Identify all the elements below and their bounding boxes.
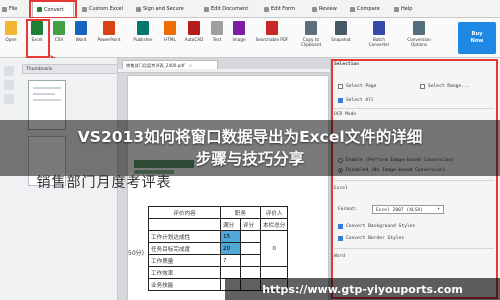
table-header-row: 评价内容 职务 评价人 [148, 206, 289, 219]
options-panel-highlight [331, 59, 498, 299]
watermark-url: https://www.gtp-yiyouports.com [262, 282, 463, 296]
pdf-page: 销售部门月度考评表 50分) 评价内容 职务 评价人 满分 评分 本栏总分 工作… [37, 76, 328, 300]
table-cell: 业务技能 [148, 278, 221, 291]
subheader-cell: 满分 [220, 218, 241, 231]
close-tab-icon[interactable]: × [189, 63, 193, 68]
ruler [118, 69, 330, 73]
subheader-cell: 本栏总分 [259, 218, 289, 231]
thumbnails-sidebar-icon[interactable] [4, 66, 14, 76]
table-cell: 工作计划达成性 [148, 230, 221, 243]
side-note: 50分) [128, 250, 144, 257]
subheader-cell: 评分 [240, 218, 261, 231]
table-cell [220, 266, 241, 279]
subheader-cell [148, 218, 221, 231]
table-cell [259, 266, 289, 279]
header-cell: 评价人 [259, 206, 289, 219]
table-cell: 7 [220, 254, 241, 267]
table-cell: 工作质量 [148, 254, 221, 267]
bookmarks-sidebar-icon[interactable] [4, 80, 14, 90]
table-subheader-row: 满分 评分 本栏总分 [148, 218, 289, 231]
headline-line-1: VS2013如何将窗口数据导出为Excel文件的详细 [77, 128, 423, 146]
headline: VS2013如何将窗口数据导出为Excel文件的详细 步骤与技巧分享 [0, 126, 500, 170]
table-cell: 15 [220, 230, 241, 243]
thumbnails-header: Thumbnails [22, 64, 118, 74]
document-tab-label: 销售部门月度考评表_2400.pdf [126, 62, 185, 68]
table-row: 工作效率 [148, 266, 289, 279]
header-cell: 职务 [220, 206, 261, 219]
document-tab[interactable]: 销售部门月度考评表_2400.pdf × [122, 60, 218, 69]
table-cell [240, 266, 261, 279]
table-cell [240, 242, 261, 255]
table-cell: 工作效率 [148, 266, 221, 279]
table-row: 工作计划达成性 15 0 [148, 230, 289, 267]
table-cell: 任务目标完成度 [148, 242, 221, 255]
header-cell: 评价内容 [148, 206, 221, 219]
table-cell: 20 [220, 242, 241, 255]
thumbnails-label: Thumbnails [26, 67, 53, 72]
table-cell [240, 254, 261, 267]
headline-line-2: 步骤与技巧分享 [195, 150, 305, 168]
annotations-sidebar-icon[interactable] [4, 94, 14, 104]
table-cell: 0 [259, 230, 289, 267]
table-cell [240, 230, 261, 243]
